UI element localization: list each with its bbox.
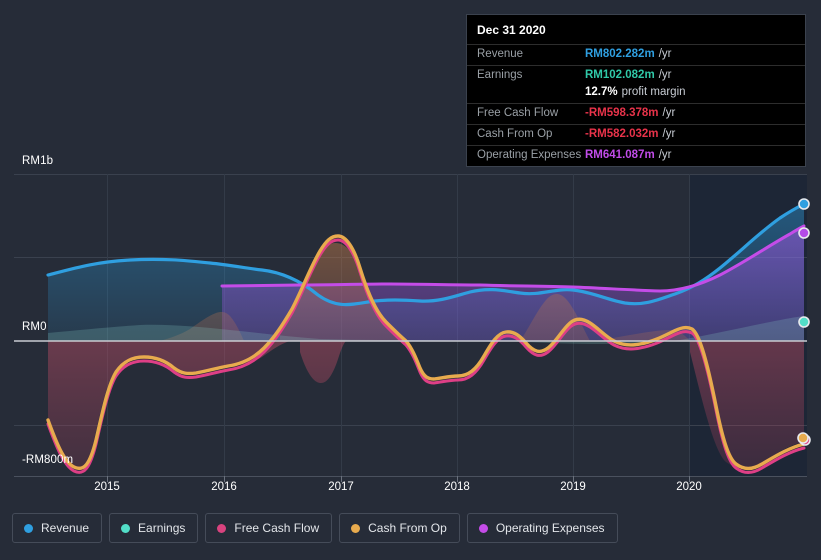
- tooltip-row-cash-from-op: Cash From Op -RM582.032m /yr: [467, 124, 805, 145]
- tooltip-unit-profit-margin: profit margin: [622, 86, 686, 98]
- legend-item-earnings[interactable]: Earnings: [109, 513, 198, 543]
- tooltip-date: Dec 31 2020: [467, 15, 805, 44]
- legend-item-revenue[interactable]: Revenue: [12, 513, 102, 543]
- tooltip-label-revenue: Revenue: [477, 48, 585, 60]
- tooltip-unit-free-cash-flow: /yr: [663, 107, 676, 119]
- legend-label-free-cash-flow: Free Cash Flow: [234, 521, 319, 535]
- legend-dot-earnings: [121, 524, 130, 533]
- tooltip-unit-earnings: /yr: [659, 69, 672, 81]
- tooltip-value-operating-expenses: RM641.087m: [585, 149, 655, 161]
- legend-label-earnings: Earnings: [138, 521, 185, 535]
- endpoint-marker-revenue: [799, 199, 809, 209]
- endpoint-marker-cfo: [798, 433, 808, 443]
- tooltip-unit-cash-from-op: /yr: [663, 128, 676, 140]
- tooltip-value-free-cash-flow: -RM598.378m: [585, 107, 659, 119]
- endpoint-marker-opex: [799, 228, 809, 238]
- x-axis-label-2019: 2019: [560, 481, 586, 493]
- legend-item-operating-expenses[interactable]: Operating Expenses: [467, 513, 618, 543]
- tooltip-label-operating-expenses: Operating Expenses: [477, 149, 585, 161]
- tooltip-value-revenue: RM802.282m: [585, 48, 655, 60]
- y-axis-label-zero: RM0: [22, 321, 47, 333]
- tooltip-unit-revenue: /yr: [659, 48, 672, 60]
- legend-label-revenue: Revenue: [41, 521, 89, 535]
- endpoint-marker-earnings: [799, 317, 809, 327]
- y-axis-label-bottom: -RM800m: [22, 454, 73, 466]
- x-axis-label-2018: 2018: [444, 481, 470, 493]
- legend-dot-free-cash-flow: [217, 524, 226, 533]
- legend-dot-operating-expenses: [479, 524, 488, 533]
- legend-label-operating-expenses: Operating Expenses: [496, 521, 605, 535]
- x-axis-label-2016: 2016: [211, 481, 237, 493]
- legend-label-cash-from-op: Cash From Op: [368, 521, 447, 535]
- tooltip-value-earnings: RM102.082m: [585, 69, 655, 81]
- tooltip-label-cash-from-op: Cash From Op: [477, 128, 585, 140]
- chart-legend: Revenue Earnings Free Cash Flow Cash Fro…: [12, 513, 618, 543]
- tooltip-row-operating-expenses: Operating Expenses RM641.087m /yr: [467, 145, 805, 166]
- tooltip-value-cash-from-op: -RM582.032m: [585, 128, 659, 140]
- legend-dot-cash-from-op: [351, 524, 360, 533]
- chart-tooltip: Dec 31 2020 Revenue RM802.282m /yr Earni…: [466, 14, 806, 167]
- x-axis-label-2017: 2017: [328, 481, 354, 493]
- tooltip-row-profit-margin: 12.7% profit margin: [467, 86, 805, 103]
- y-axis-label-top: RM1b: [22, 155, 53, 167]
- legend-item-free-cash-flow[interactable]: Free Cash Flow: [205, 513, 332, 543]
- legend-dot-revenue: [24, 524, 33, 533]
- legend-item-cash-from-op[interactable]: Cash From Op: [339, 513, 460, 543]
- financial-chart-page: RM1b RM0 -RM800m 2015 2016 2017 2018 201…: [0, 0, 821, 560]
- tooltip-value-profit-margin: 12.7%: [585, 86, 618, 98]
- tooltip-row-free-cash-flow: Free Cash Flow -RM598.378m /yr: [467, 103, 805, 124]
- tooltip-row-earnings: Earnings RM102.082m /yr: [467, 65, 805, 86]
- x-axis-label-2020: 2020: [676, 481, 702, 493]
- tooltip-row-revenue: Revenue RM802.282m /yr: [467, 44, 805, 65]
- tooltip-unit-operating-expenses: /yr: [659, 149, 672, 161]
- x-axis-label-2015: 2015: [94, 481, 120, 493]
- tooltip-label-earnings: Earnings: [477, 69, 585, 81]
- tooltip-label-free-cash-flow: Free Cash Flow: [477, 107, 585, 119]
